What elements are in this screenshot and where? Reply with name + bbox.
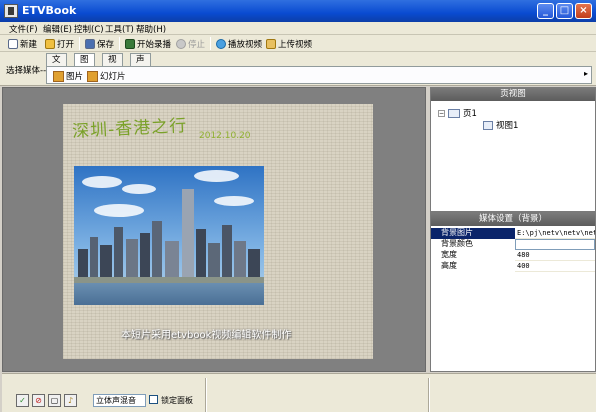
tree-page-label: 页1 — [463, 109, 477, 119]
blank-page-icon[interactable]: ▢ — [48, 394, 61, 407]
slide-date[interactable]: 2012.10.20 — [199, 131, 251, 141]
tree-view-node[interactable]: 视图1 — [483, 119, 518, 131]
lock-panel-checkbox[interactable] — [149, 395, 158, 404]
maximize-button[interactable]: □ — [556, 3, 573, 19]
speaker-icon[interactable]: ♪ — [64, 394, 77, 407]
stop-circle-icon[interactable]: ⊘ — [32, 394, 45, 407]
media-select-panel: 选择媒体--> 文字 图形 视频 声音 图片 幻灯片 ▸ — [0, 52, 596, 86]
bottom-control-bar: ✓ ⊘ ▢ ♪ 立体声混音 锁定面板 — [2, 373, 596, 412]
building — [152, 221, 162, 285]
panel-divider — [205, 378, 207, 412]
minimize-button[interactable]: _ — [537, 3, 554, 19]
menu-help[interactable]: 帮助(H) — [136, 23, 166, 35]
cloud — [122, 184, 156, 194]
tab-video[interactable]: 视频 — [102, 53, 123, 77]
record-button[interactable]: 开始录播 — [125, 37, 171, 50]
app-icon — [4, 4, 18, 18]
toolbar-separator — [210, 37, 211, 50]
panel-divider — [428, 378, 430, 412]
property-key: 背景图片 — [431, 228, 515, 239]
open-button[interactable]: 打开 — [45, 37, 74, 50]
slide-title[interactable]: 深圳-香港之行 — [71, 111, 188, 142]
menu-file[interactable]: 文件(F) — [9, 23, 38, 35]
upload-icon — [266, 38, 276, 49]
editor-canvas: 深圳-香港之行 2012.10.20 本短片采用etvbook视频编辑软件制作 — [2, 87, 426, 372]
save-label: 保存 — [97, 39, 115, 50]
play-label: 播放视频 — [228, 39, 263, 50]
slide-preview[interactable]: 深圳-香港之行 2012.10.20 本短片采用etvbook视频编辑软件制作 — [63, 104, 373, 359]
harbor-water — [74, 283, 264, 305]
hong-kong-skyline-photo[interactable] — [74, 166, 264, 305]
stop-label: 停止 — [188, 39, 206, 50]
property-row-height[interactable]: 高度 400 — [431, 261, 595, 272]
menu-tools[interactable]: 工具(T) — [105, 23, 134, 35]
record-film-icon — [125, 38, 135, 49]
tab-graphics[interactable]: 图形 — [74, 53, 95, 77]
record-label: 开始录播 — [137, 39, 172, 50]
toolbar-separator — [119, 37, 120, 50]
slideshow-icon — [87, 70, 98, 82]
cloud — [82, 176, 122, 188]
media-item-label: 幻灯片 — [100, 72, 126, 82]
page-view-pane: 页视图 − 页1 视图1 — [430, 87, 596, 212]
play-video-button[interactable]: 播放视频 — [216, 37, 262, 50]
picture-icon — [53, 70, 64, 82]
tree-view-label: 视图1 — [496, 121, 519, 131]
property-value-input[interactable] — [515, 239, 595, 250]
stop-icon — [176, 38, 186, 49]
media-settings-header: 媒体设置（背景） — [431, 213, 595, 226]
menu-bar: 文件(F) 编辑(E) 控制(C) 工具(T) 帮助(H) — [0, 22, 596, 35]
property-value[interactable]: 400 — [515, 261, 595, 272]
stop-button[interactable]: 停止 — [176, 37, 205, 50]
title-bar: ETVBook _ □ × — [0, 0, 596, 22]
tree-page-node[interactable]: − 页1 — [438, 107, 477, 119]
new-file-icon — [8, 38, 18, 49]
property-row-background-color[interactable]: 背景颜色 — [431, 239, 595, 250]
media-item-label: 图片 — [66, 72, 84, 82]
save-button[interactable]: 保存 — [85, 37, 114, 50]
media-item-picture[interactable]: 图片 — [53, 70, 83, 82]
media-item-strip: 图片 幻灯片 ▸ — [46, 66, 592, 84]
close-button[interactable]: × — [575, 3, 592, 19]
media-item-slideshow[interactable]: 幻灯片 — [87, 70, 126, 82]
new-label: 新建 — [20, 39, 38, 50]
audio-mix-select[interactable]: 立体声混音 — [93, 394, 146, 407]
slide-caption[interactable]: 本短片采用etvbook视频编辑软件制作 — [121, 326, 291, 341]
save-disk-icon — [85, 38, 95, 49]
property-value[interactable]: E:\pj\netv\netv\net — [515, 228, 595, 239]
collapse-toggle-icon[interactable]: − — [438, 109, 445, 117]
tab-audio[interactable]: 声音 — [130, 53, 151, 77]
window-title: ETVBook — [22, 4, 77, 17]
view-icon — [483, 120, 493, 130]
media-settings-pane: 媒体设置（背景） 背景图片 E:\pj\netv\netv\net 背景颜色 宽… — [430, 212, 596, 372]
open-label: 打开 — [57, 39, 75, 50]
cloud — [194, 170, 239, 182]
open-folder-icon — [45, 38, 55, 49]
upload-video-button[interactable]: 上传视频 — [266, 37, 312, 50]
record-mic-icon[interactable]: ✓ — [16, 394, 29, 407]
property-key: 背景颜色 — [431, 239, 515, 250]
property-value[interactable]: 480 — [515, 250, 595, 261]
upload-label: 上传视频 — [278, 39, 313, 50]
cloud — [94, 204, 144, 217]
tab-text[interactable]: 文字 — [46, 53, 67, 77]
building — [222, 225, 232, 285]
menu-control[interactable]: 控制(C) — [74, 23, 104, 35]
page-icon — [448, 108, 460, 118]
lock-panel-label: 锁定面板 — [161, 396, 193, 405]
toolbar: 新建 打开 保存 开始录播 停止 播放视频 上传视频 — [0, 35, 596, 52]
page-view-header: 页视图 — [431, 88, 595, 101]
property-row-width[interactable]: 宽度 480 — [431, 250, 595, 261]
toolbar-separator — [79, 37, 80, 50]
tower — [182, 189, 194, 285]
new-button[interactable]: 新建 — [8, 37, 37, 50]
play-globe-icon — [216, 38, 226, 49]
menu-edit[interactable]: 编辑(E) — [43, 23, 72, 35]
property-key: 高度 — [431, 261, 515, 272]
scroll-right-icon[interactable]: ▸ — [584, 69, 588, 78]
property-key: 宽度 — [431, 250, 515, 261]
cloud — [214, 196, 254, 206]
property-row-background-image[interactable]: 背景图片 E:\pj\netv\netv\net — [431, 228, 595, 239]
